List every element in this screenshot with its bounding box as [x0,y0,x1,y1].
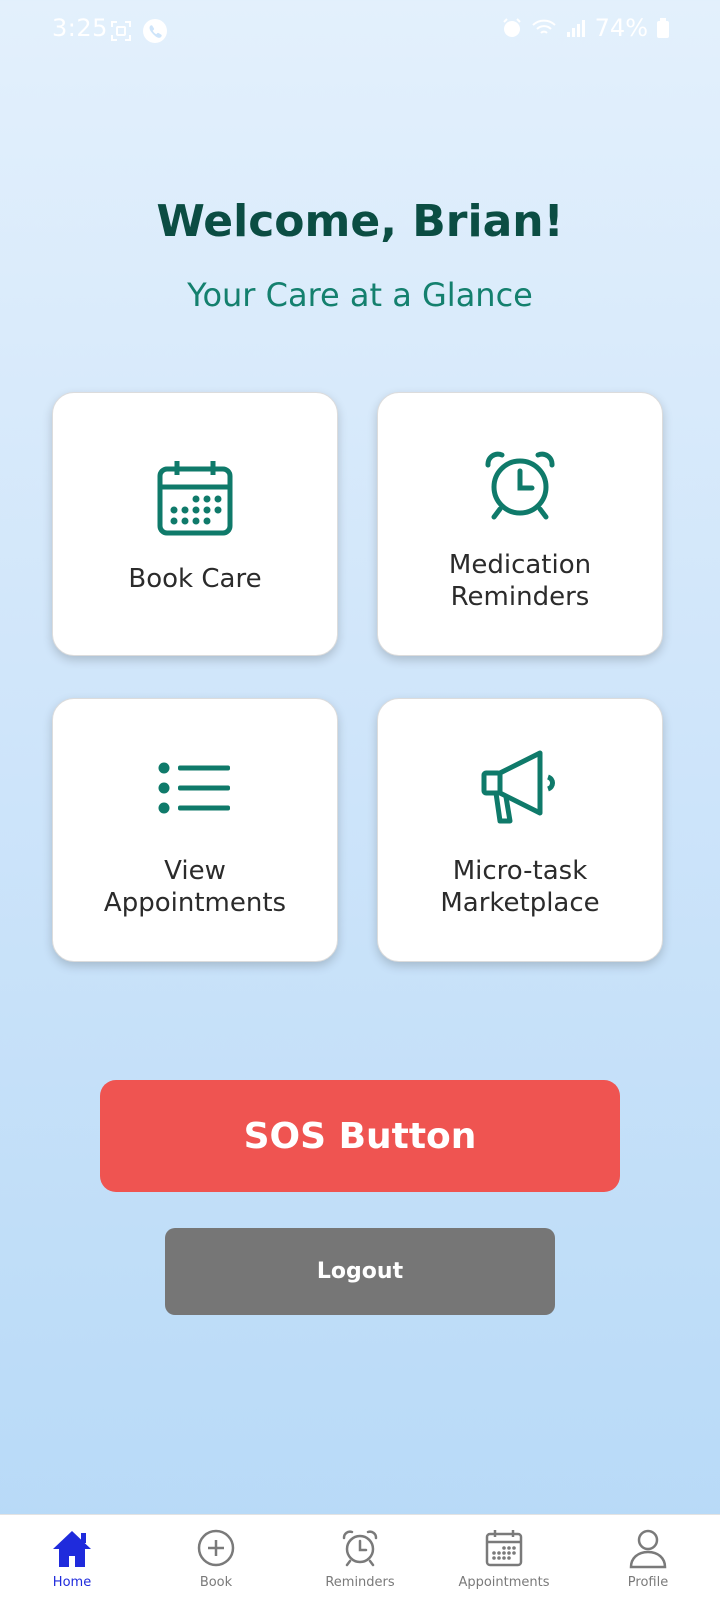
wifi-icon [531,17,557,39]
card-label-line: Reminders [450,582,590,612]
nav-label-home: Home [52,1575,92,1590]
calendar-icon [432,1529,576,1571]
nav-item-book[interactable]: Book [144,1515,288,1601]
nav-label-appointments: Appointments [458,1575,550,1590]
calendar-icon [53,459,337,543]
nav-item-appointments[interactable]: Appointments [432,1515,576,1601]
nav-label-reminders: Reminders [325,1575,395,1590]
list-icon [53,761,337,819]
medication-reminders-card[interactable]: Medication Reminders [377,392,663,656]
status-bar: 3:25 74% [0,0,720,62]
screenshot-icon [110,20,132,48]
alarm-clock-icon [288,1529,432,1571]
alarm-clock-icon [378,449,662,525]
nav-item-home[interactable]: Home [0,1515,144,1601]
person-icon [576,1529,720,1573]
battery-icon [656,17,670,39]
battery-percent: 74% [594,14,648,42]
view-appointments-card[interactable]: View Appointments [52,698,338,962]
nav-item-reminders[interactable]: Reminders [288,1515,432,1601]
status-time: 3:25 [52,14,108,42]
micro-task-marketplace-card[interactable]: Micro-task Marketplace [377,698,663,962]
subtitle: Your Care at a Glance [187,276,533,314]
phone-call-icon [142,18,168,50]
home-icon [0,1529,144,1573]
card-label-line: View [164,856,226,886]
signal-icon [565,17,587,39]
card-label-line: Appointments [103,888,287,918]
logout-button[interactable]: Logout [165,1228,555,1315]
welcome-heading: Welcome, Brian! [156,196,564,247]
megaphone-icon [378,749,662,831]
alarm-icon [501,17,523,39]
plus-circle-icon [144,1529,288,1571]
nav-label-book: Book [199,1575,233,1590]
nav-label-profile: Profile [627,1575,669,1590]
bottom-nav: Home Book Reminders Appointments Profile [0,1514,720,1601]
card-label-book-care: Book Care [128,564,262,594]
book-care-card[interactable]: Book Care [52,392,338,656]
sos-button[interactable]: SOS Button [100,1080,620,1192]
nav-item-profile[interactable]: Profile [576,1515,720,1601]
card-label-line: Marketplace [440,888,600,918]
card-label-line: Medication [448,550,592,580]
card-label-line: Micro-task [452,856,588,886]
